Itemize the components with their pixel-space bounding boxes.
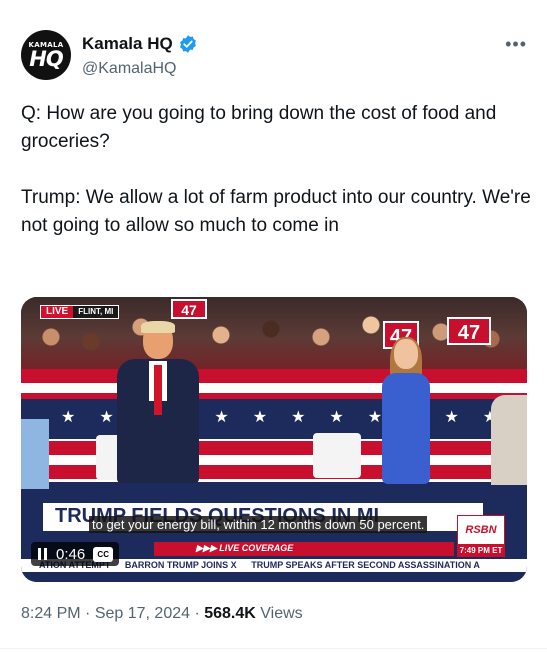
closed-caption: to get your energy bill, within 12 month… — [89, 516, 428, 533]
live-location: FLINT, MI — [78, 307, 114, 316]
playback-time: 0:46 — [56, 545, 86, 563]
post-date[interactable]: Sep 17, 2024 — [95, 605, 190, 622]
tweet-paragraph-answer: Trump: We allow a lot of farm product in… — [21, 187, 531, 236]
handle[interactable]: @KamalaHQ — [82, 60, 177, 78]
tweet-paragraph-question: Q: How are you going to bring down the c… — [21, 103, 497, 152]
display-name[interactable]: Kamala HQ — [82, 34, 173, 54]
ticker-item: BARRON TRUMP JOINS X — [124, 560, 237, 570]
video-player[interactable]: 47 47 47 ★★★★★★★★★★★★★★★ LIVE FLINT, MI … — [21, 297, 527, 582]
meta-separator: · — [80, 605, 95, 622]
live-coverage-label: ▶▶▶ LIVE COVERAGE — [196, 543, 294, 553]
avatar[interactable]: KAMALA HQ — [21, 30, 71, 80]
campaign-sign: 47 — [447, 317, 491, 345]
ticker-item: TRUMP SPEAKS AFTER SECOND ASSASSINATION … — [251, 560, 480, 570]
broadcast-clock: 7:49 PM ET — [457, 544, 505, 557]
meta-separator: · — [190, 605, 205, 622]
network-name: RSBN — [465, 524, 497, 536]
audience-member — [491, 395, 527, 485]
closed-captions-button[interactable]: CC — [93, 546, 114, 562]
tweet-header: KAMALA HQ Kamala HQ @KamalaHQ ••• — [21, 30, 527, 82]
post-time[interactable]: 8:24 PM — [21, 605, 81, 622]
bunting-stars: ★★★★★★★★★★★★★★★ — [61, 409, 527, 426]
live-badge: LIVE FLINT, MI — [40, 305, 120, 319]
pause-icon[interactable] — [37, 548, 48, 560]
avatar-text-main: HQ — [29, 47, 63, 71]
views-count[interactable]: 568.4K — [204, 605, 256, 622]
speaker-figure — [113, 321, 203, 483]
tweet-meta: 8:24 PM · Sep 17, 2024 · 568.4K Views — [21, 605, 303, 623]
live-label: LIVE — [41, 306, 74, 318]
name-row: Kamala HQ — [82, 34, 198, 54]
verified-badge-icon — [178, 34, 198, 54]
tweet-text: Q: How are you going to bring down the c… — [21, 100, 531, 240]
divider — [0, 648, 547, 649]
campaign-sign: 47 — [171, 299, 207, 319]
stage-chair — [313, 433, 361, 478]
network-logo: RSBN — [457, 515, 505, 545]
player-controls: 0:46 CC — [31, 542, 120, 566]
views-label: Views — [255, 605, 303, 622]
audience-member — [21, 419, 49, 489]
moderator-figure — [376, 337, 436, 484]
more-options-icon[interactable]: ••• — [505, 34, 527, 55]
